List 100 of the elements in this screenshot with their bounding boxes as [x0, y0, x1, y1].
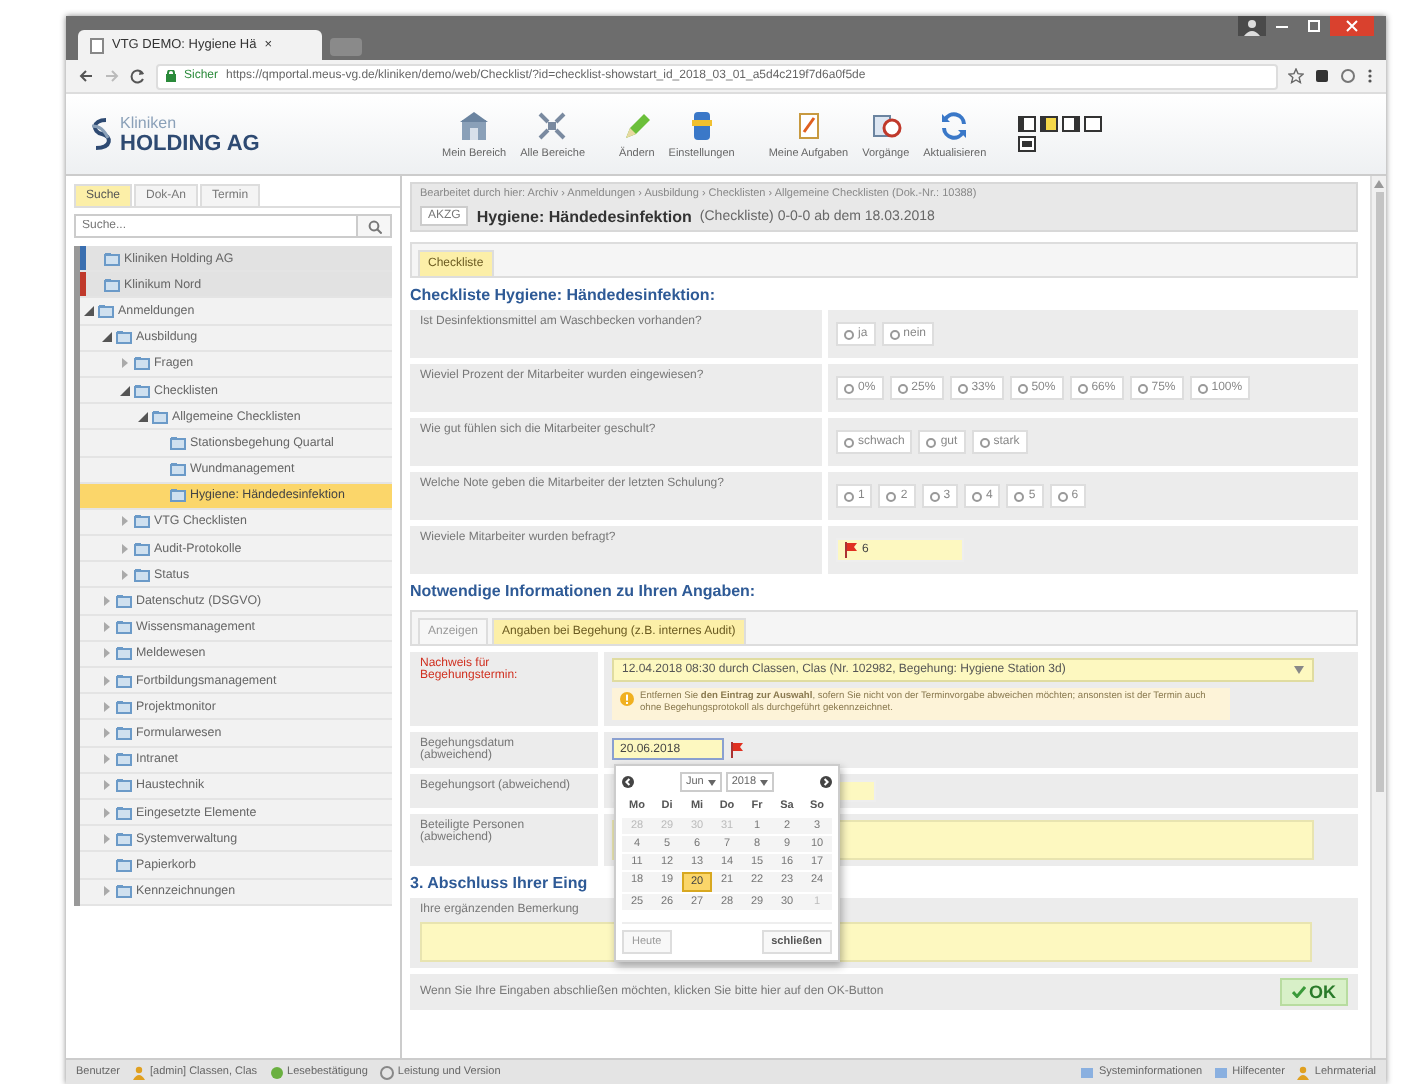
folder-icon [170, 462, 186, 477]
radio-button[interactable] [844, 437, 854, 447]
radio-button[interactable] [979, 437, 990, 447]
folder-icon [104, 277, 120, 292]
radio-button[interactable] [1137, 383, 1148, 393]
expanded-arrow-icon[interactable] [138, 411, 148, 422]
radio-button[interactable] [929, 491, 940, 501]
star-icon[interactable] [1288, 68, 1304, 84]
collapsed-arrow-icon[interactable] [102, 622, 112, 633]
layout-icon[interactable] [1084, 116, 1103, 132]
document-title: Hygiene: Händedesinfektion [476, 207, 692, 225]
pencil-icon [620, 109, 653, 141]
expanded-arrow-icon[interactable] [120, 385, 130, 396]
monitor-icon [1080, 1065, 1095, 1079]
folder-icon [116, 646, 132, 661]
page-icon [90, 37, 104, 53]
collapsed-arrow-icon[interactable] [102, 886, 112, 897]
collapsed-arrow-icon[interactable] [102, 807, 112, 818]
lock-icon [166, 70, 176, 82]
logo-icon [86, 116, 114, 152]
radio-button[interactable] [844, 329, 854, 339]
collapsed-arrow-icon[interactable] [120, 543, 130, 554]
collapsed-arrow-icon[interactable] [102, 596, 112, 607]
radio-button[interactable] [897, 383, 908, 393]
collapsed-arrow-icon[interactable] [102, 833, 112, 844]
collapsed-arrow-icon[interactable] [102, 727, 112, 738]
layout-icon[interactable] [1040, 116, 1059, 132]
folder-icon [116, 594, 132, 609]
folder-icon [134, 567, 150, 582]
menu-icon[interactable] [1366, 68, 1374, 84]
radio-button[interactable] [957, 383, 968, 393]
collapsed-arrow-icon[interactable] [102, 701, 112, 712]
folder-icon [116, 778, 132, 793]
warning-icon [620, 692, 634, 706]
radio-button[interactable] [1197, 383, 1208, 393]
layout-icon[interactable] [1062, 116, 1081, 132]
search-icon [367, 219, 381, 233]
radio-button[interactable] [972, 491, 983, 501]
caret-icon [760, 779, 769, 786]
expanded-arrow-icon[interactable] [102, 332, 112, 343]
collapsed-arrow-icon[interactable] [120, 569, 130, 580]
folder-icon [116, 673, 132, 688]
radio-button[interactable] [1014, 491, 1025, 501]
folder-icon [104, 251, 120, 266]
folder-icon [116, 725, 132, 740]
folder-icon [170, 488, 186, 503]
radio-button[interactable] [926, 437, 937, 447]
search-button[interactable] [358, 214, 392, 238]
building-icon [458, 109, 491, 141]
section-heading: Checkliste Hygiene: Händedesinfektion: [410, 286, 715, 304]
collapsed-arrow-icon[interactable] [102, 780, 112, 791]
section-heading: 3. Abschluss Ihrer Eing [410, 874, 588, 893]
collapsed-arrow-icon[interactable] [102, 754, 112, 765]
back-arrow-icon[interactable] [78, 68, 94, 84]
expanded-arrow-icon[interactable] [84, 305, 94, 316]
radio-button[interactable] [844, 383, 854, 393]
folder-icon [116, 699, 132, 714]
folder-icon [152, 409, 168, 424]
collapsed-arrow-icon[interactable] [102, 648, 112, 659]
close-icon[interactable] [1330, 16, 1374, 36]
folder-icon [116, 752, 132, 767]
folder-icon [116, 330, 132, 345]
folder-icon [116, 884, 132, 899]
collapsed-arrow-icon[interactable] [120, 358, 130, 369]
folder-icon [134, 356, 150, 371]
caret-icon [707, 779, 716, 786]
folder-icon [116, 805, 132, 820]
scroll-up-icon[interactable] [1374, 180, 1384, 188]
next-icon[interactable] [820, 776, 832, 789]
folder-icon [98, 303, 114, 318]
ok-button[interactable]: OK [1279, 978, 1348, 1007]
logo-text: Kliniken [120, 113, 179, 131]
radio-button[interactable] [889, 329, 900, 339]
section-heading: Notwendige Informationen zu Ihren Angaben: [410, 582, 756, 600]
reload-icon[interactable] [130, 68, 146, 84]
previous-icon[interactable] [622, 776, 634, 789]
folder-icon [116, 831, 132, 846]
folder-icon [134, 514, 150, 529]
person-icon [132, 1065, 147, 1079]
flag-icon [844, 542, 858, 558]
collapsed-arrow-icon[interactable] [120, 516, 130, 527]
forward-arrow-icon[interactable] [104, 68, 120, 84]
caret-icon [1294, 666, 1304, 674]
user-icon [1238, 16, 1266, 36]
radio-button[interactable] [886, 491, 897, 501]
folder-icon [116, 857, 132, 872]
arrows-icon [536, 109, 569, 141]
person-icon [1296, 1065, 1311, 1079]
folder-icon [134, 383, 150, 398]
layout-icon[interactable] [1018, 116, 1037, 132]
radio-button[interactable] [844, 491, 854, 501]
refresh-icon [938, 109, 971, 141]
radio-button[interactable] [1017, 383, 1028, 393]
radio-button[interactable] [1077, 383, 1088, 393]
folder-icon [170, 435, 186, 450]
logo-text: HOLDING AG [120, 131, 260, 155]
radio-button[interactable] [1057, 491, 1068, 501]
collapsed-arrow-icon[interactable] [102, 675, 112, 686]
layout-icon[interactable] [1018, 136, 1037, 152]
folder-icon [116, 620, 132, 635]
